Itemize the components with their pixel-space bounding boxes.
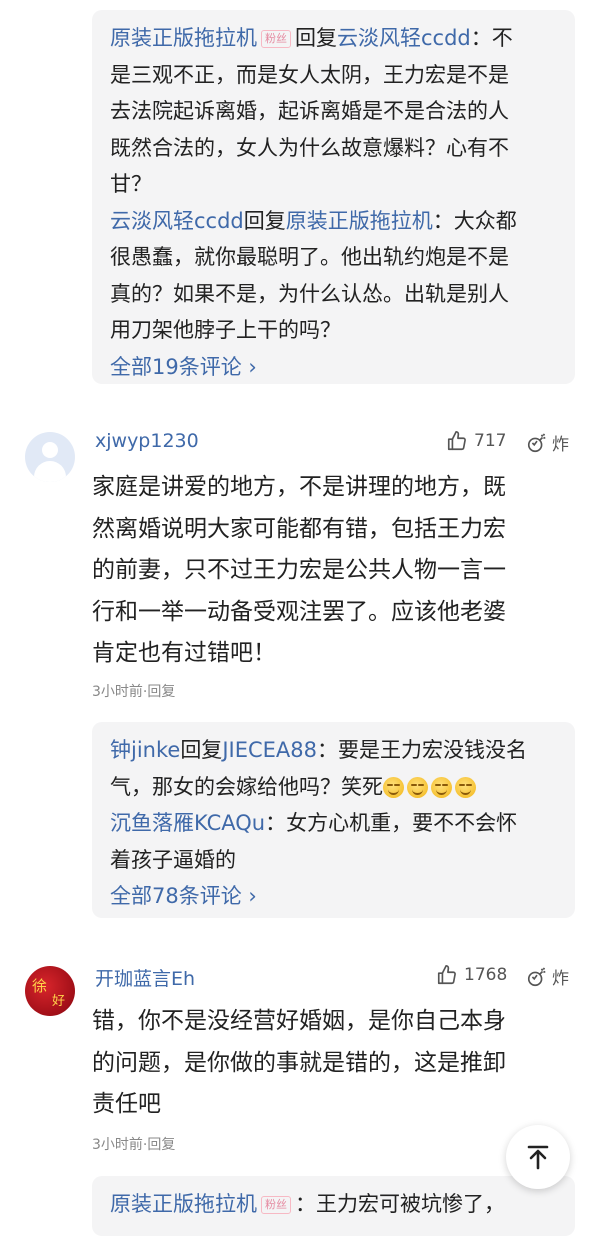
fan-badge: 粉丝: [261, 1196, 291, 1214]
comment-meta: 3小时前·回复: [92, 681, 175, 701]
react-label: 炸: [552, 435, 569, 455]
comment-line: 家庭是讲爱的地方，不是讲理的地方，既: [92, 474, 506, 500]
react-button[interactable]: 炸: [526, 964, 569, 989]
reply-thread-1[interactable]: 原装正版拖拉机 粉丝 回复云淡风轻ccdd：不 是三观不正，而是女人太阴，王力宏是不…: [92, 10, 575, 384]
reply-username[interactable]: 钟jinke: [110, 738, 180, 762]
laughing-emoji-icon: [383, 776, 404, 798]
reply-text: ：女方心机重，要不不会怀: [265, 811, 518, 835]
reply-username[interactable]: 原装正版拖拉机: [110, 1192, 257, 1216]
reply-username[interactable]: 原装正版拖拉机: [110, 26, 257, 50]
comment-time: 3小时前: [92, 1137, 143, 1153]
arrow-up-icon: [527, 1145, 549, 1170]
reply-line: 去法院起诉离婚，起诉离婚是不是合法的人: [110, 99, 509, 123]
reply-line: 既然合法的，女人为什么故意爆料？心有不: [110, 135, 509, 160]
reply-word: 回复: [295, 26, 337, 50]
reply-text: ：要是王力宏没钱没名: [317, 738, 527, 762]
reply-target-username[interactable]: JIECEA88: [222, 738, 317, 762]
reply-text: ：不: [470, 26, 513, 50]
fan-badge: 粉丝: [261, 30, 291, 48]
comment-username[interactable]: 开珈蓝言Eh: [95, 964, 195, 991]
bomb-icon: [527, 432, 546, 452]
react-button[interactable]: 炸: [526, 430, 569, 455]
avatar[interactable]: [25, 432, 75, 482]
reply-line: 钟jinke回复JIECEA88：要是王力宏没钱没名: [110, 732, 561, 769]
reply-text: ：大众都: [432, 208, 517, 233]
reply-line: 用刀架他脖子上干的吗？: [110, 318, 341, 342]
reply-target-username[interactable]: 原装正版拖拉机: [286, 209, 433, 233]
comment-meta: 3小时前·回复: [92, 1134, 175, 1154]
comment-line: 责任吧: [92, 1091, 161, 1117]
reply-line: 云淡风轻ccdd回复原装正版拖拉机：大众都: [110, 203, 561, 240]
avatar-text: 好: [52, 994, 66, 1009]
reply-line: 甘？: [110, 172, 152, 196]
comment-line: 错，你不是没经营好婚姻，是你自己本身: [92, 1008, 506, 1034]
laughing-emoji-icon: [407, 776, 428, 798]
thumbs-up-icon: [447, 431, 466, 451]
reply-username[interactable]: 云淡风轻ccdd: [110, 209, 244, 233]
reply-line: 真的？如果不是，为什么认怂。出轨是别人: [110, 281, 509, 306]
reply-line: 是三观不正，而是女人太阴，王力宏是不是: [110, 62, 509, 87]
reply-line: 着孩子逼婚的: [110, 847, 236, 872]
avatar-text: 徐: [32, 977, 48, 995]
reply-line: 沉鱼落雁KCAQu：女方心机重，要不不会怀: [110, 805, 561, 842]
bomb-icon: [527, 966, 546, 986]
reply-username[interactable]: 沉鱼落雁KCAQu: [110, 811, 265, 835]
back-to-top-button[interactable]: [506, 1125, 570, 1189]
reply-word: 回复: [180, 738, 223, 762]
reply-thread-2[interactable]: 钟jinke回复JIECEA88：要是王力宏没钱没名 气，那女的会嫁给他吗？笑死…: [92, 722, 575, 918]
comment-line: 肯定也有过错吧！: [92, 640, 276, 666]
reply-line: 很愚蠢，就你最聪明了。他出轨约炮是不是: [110, 245, 509, 269]
comment-body: 家庭是讲爱的地方，不是讲理的地方，既 然离婚说明大家可能都有错，包括王力宏 的前…: [92, 467, 582, 675]
comment-reply-link[interactable]: ·回复: [143, 1137, 175, 1153]
reply-target-username[interactable]: 云淡风轻ccdd: [337, 26, 471, 50]
laughing-emoji-icon: [455, 776, 476, 798]
avatar-head: [42, 442, 58, 458]
react-label: 炸: [552, 969, 569, 989]
reply-text: ：王力宏可被坑惨了，: [295, 1192, 505, 1216]
like-button[interactable]: 717: [446, 430, 506, 452]
like-count: 717: [474, 431, 507, 451]
reply-line: 气，那女的会嫁给他吗？笑死: [110, 769, 561, 806]
reply-word: 回复: [243, 208, 286, 233]
view-all-replies-link[interactable]: 全部78条评论 ›: [110, 878, 561, 915]
like-button[interactable]: 1768: [436, 964, 507, 986]
laughing-emoji-icon: [431, 776, 452, 798]
comment-body: 错，你不是没经营好婚姻，是你自己本身 的问题，是你做的事就是错的，这是推卸 责任…: [92, 1001, 582, 1126]
like-count: 1768: [464, 965, 508, 985]
reply-line: 原装正版拖拉机 粉丝 回复云淡风轻ccdd：不: [110, 20, 561, 57]
comment-time: 3小时前: [92, 684, 143, 700]
reply-line: 原装正版拖拉机 粉丝 ：王力宏可被坑惨了，: [110, 1186, 561, 1223]
thumbs-up-icon: [437, 965, 456, 985]
comment-line: 的问题，是你做的事就是错的，这是推卸: [92, 1049, 506, 1076]
reply-text: 气，那女的会嫁给他吗？笑死: [110, 774, 383, 799]
comment-line: 行和一举一动备受观注罢了。应该他老婆: [92, 598, 506, 625]
avatar-body: [34, 461, 66, 482]
comment-line: 的前妻，只不过王力宏是公共人物一言一: [92, 557, 506, 583]
reply-thread-3[interactable]: 原装正版拖拉机 粉丝 ：王力宏可被坑惨了，: [92, 1176, 575, 1236]
view-all-replies-link[interactable]: 全部19条评论 ›: [110, 349, 561, 386]
comment-reply-link[interactable]: ·回复: [143, 684, 175, 700]
avatar[interactable]: 徐 好: [25, 966, 75, 1016]
comment-username[interactable]: xjwyp1230: [95, 430, 199, 452]
comment-line: 然离婚说明大家可能都有错，包括王力宏: [92, 515, 506, 542]
